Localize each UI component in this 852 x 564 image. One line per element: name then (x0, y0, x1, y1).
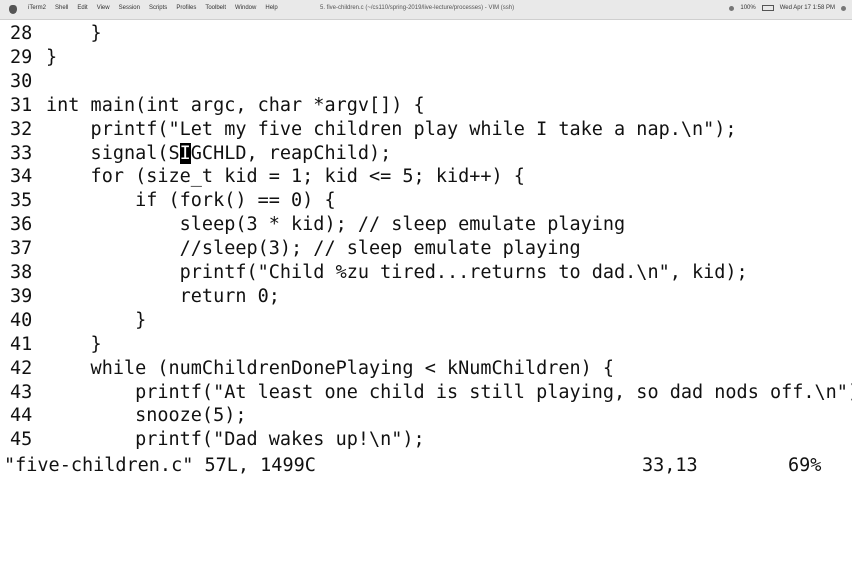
line-number: 35 (10, 190, 33, 212)
line-code[interactable]: sleep(3 * kid); // sleep emulate playing (46, 213, 626, 237)
code-text-after-cursor: GCHLD, reapChild); (190, 142, 392, 164)
code-line[interactable]: 39 return 0; (0, 285, 280, 309)
line-code[interactable]: printf("Let my five children play while … (46, 118, 737, 142)
line-number: 45 (10, 429, 33, 451)
line-code[interactable]: } (46, 333, 102, 357)
menu-iterm2[interactable]: iTerm2 (28, 5, 46, 11)
line-code[interactable]: //sleep(3); // sleep emulate playing (46, 237, 581, 261)
line-code[interactable]: } (46, 46, 57, 70)
code-line[interactable]: 42 while (numChildrenDonePlaying < kNumC… (0, 357, 614, 381)
macos-menubar: iTerm2 Shell Edit View Session Scripts P… (0, 0, 852, 20)
line-code[interactable]: if (fork() == 0) { (46, 189, 336, 213)
code-line[interactable]: 37 //sleep(3); // sleep emulate playing (0, 237, 581, 261)
line-code[interactable]: return 0; (46, 285, 280, 309)
line-code[interactable]: printf("Dad wakes up!\n"); (46, 428, 425, 452)
line-number: 42 (10, 357, 33, 379)
text-cursor: I (179, 142, 191, 164)
code-line[interactable]: 45 printf("Dad wakes up!\n"); (0, 428, 425, 452)
line-code[interactable]: printf("At least one child is still play… (46, 381, 852, 405)
code-line[interactable]: 43 printf("At least one child is still p… (0, 381, 852, 405)
line-number: 32 (10, 118, 33, 140)
code-text-before-cursor: signal(S (46, 142, 180, 164)
line-code[interactable]: } (46, 309, 146, 333)
menu-view[interactable]: View (97, 5, 110, 11)
clock[interactable]: Wed Apr 17 1:58 PM (780, 5, 835, 11)
line-number: 28 (10, 23, 33, 44)
line-number: 30 (10, 70, 33, 92)
line-code[interactable]: } (46, 22, 102, 46)
line-number: 37 (10, 238, 33, 260)
menu-items: iTerm2 Shell Edit View Session Scripts P… (28, 5, 278, 11)
line-number: 33 (10, 142, 33, 164)
menu-profiles[interactable]: Profiles (176, 5, 196, 11)
code-line[interactable]: 34 for (size_t kid = 1; kid <= 5; kid++)… (0, 165, 525, 189)
code-line[interactable]: 38 printf("Child %zu tired...returns to … (0, 261, 748, 285)
vim-status-line: "five-children.c" 57L, 1499C 33,13 69% (0, 452, 852, 480)
menu-edit[interactable]: Edit (77, 5, 87, 11)
menu-session[interactable]: Session (119, 5, 140, 11)
code-line[interactable]: 40 } (0, 309, 146, 333)
code-line[interactable]: 33 signal(SIGCHLD, reapChild); (0, 142, 391, 166)
file-info: "five-children.c" 57L, 1499C (4, 455, 316, 476)
window-title: 5. five-children.c (~/cs110/spring-2019/… (320, 5, 515, 11)
search-icon[interactable] (841, 5, 846, 11)
line-number: 34 (10, 166, 33, 188)
code-line[interactable]: 44 snooze(5); (0, 404, 246, 428)
line-number: 43 (10, 381, 33, 403)
line-number: 38 (10, 262, 33, 283)
scroll-percent: 69% (788, 455, 822, 476)
menu-toolbelt[interactable]: Toolbelt (205, 5, 226, 11)
code-line[interactable]: 36 sleep(3 * kid); // sleep emulate play… (0, 213, 625, 237)
line-code[interactable]: while (numChildrenDonePlaying < kNumChil… (46, 357, 615, 381)
battery-percent: 100% (740, 5, 756, 11)
line-number: 40 (10, 309, 33, 331)
menu-scripts[interactable]: Scripts (149, 5, 167, 11)
code-line[interactable]: 30 (0, 70, 46, 94)
wifi-icon[interactable] (729, 5, 735, 11)
code-line[interactable]: 32 printf("Let my five children play whi… (0, 118, 737, 142)
line-number: 36 (10, 214, 33, 236)
code-line[interactable]: 35 if (fork() == 0) { (0, 189, 336, 213)
apple-icon[interactable] (9, 5, 17, 14)
menu-shell[interactable]: Shell (55, 5, 68, 11)
line-number: 31 (10, 94, 33, 116)
code-line[interactable]: 41 } (0, 333, 102, 357)
line-number: 39 (10, 285, 33, 307)
menubar-status-area: 100% Wed Apr 17 1:58 PM (729, 5, 846, 11)
menu-help[interactable]: Help (265, 5, 277, 11)
scrollbar[interactable] (844, 20, 852, 452)
line-code[interactable]: for (size_t kid = 1; kid <= 5; kid++) { (46, 165, 525, 189)
line-code[interactable]: signal(SIGCHLD, reapChild); (46, 142, 391, 166)
code-line[interactable]: 31 int main(int argc, char *argv[]) { (0, 94, 425, 118)
code-line[interactable]: 28 } (0, 22, 102, 46)
line-code[interactable]: printf("Child %zu tired...returns to dad… (46, 261, 748, 285)
cursor-position: 33,13 (642, 455, 698, 476)
line-number: 29 (10, 46, 33, 68)
line-number: 41 (10, 333, 33, 355)
battery-icon[interactable] (761, 5, 774, 11)
line-code[interactable]: int main(int argc, char *argv[]) { (46, 94, 425, 118)
menu-window[interactable]: Window (235, 5, 256, 11)
code-line[interactable]: 29} (0, 46, 57, 70)
line-number: 44 (10, 405, 33, 427)
vim-editor[interactable]: 28 } 29} 30 31 int main(int argc, char *argv… (0, 20, 852, 452)
line-code[interactable]: snooze(5); (46, 404, 246, 428)
